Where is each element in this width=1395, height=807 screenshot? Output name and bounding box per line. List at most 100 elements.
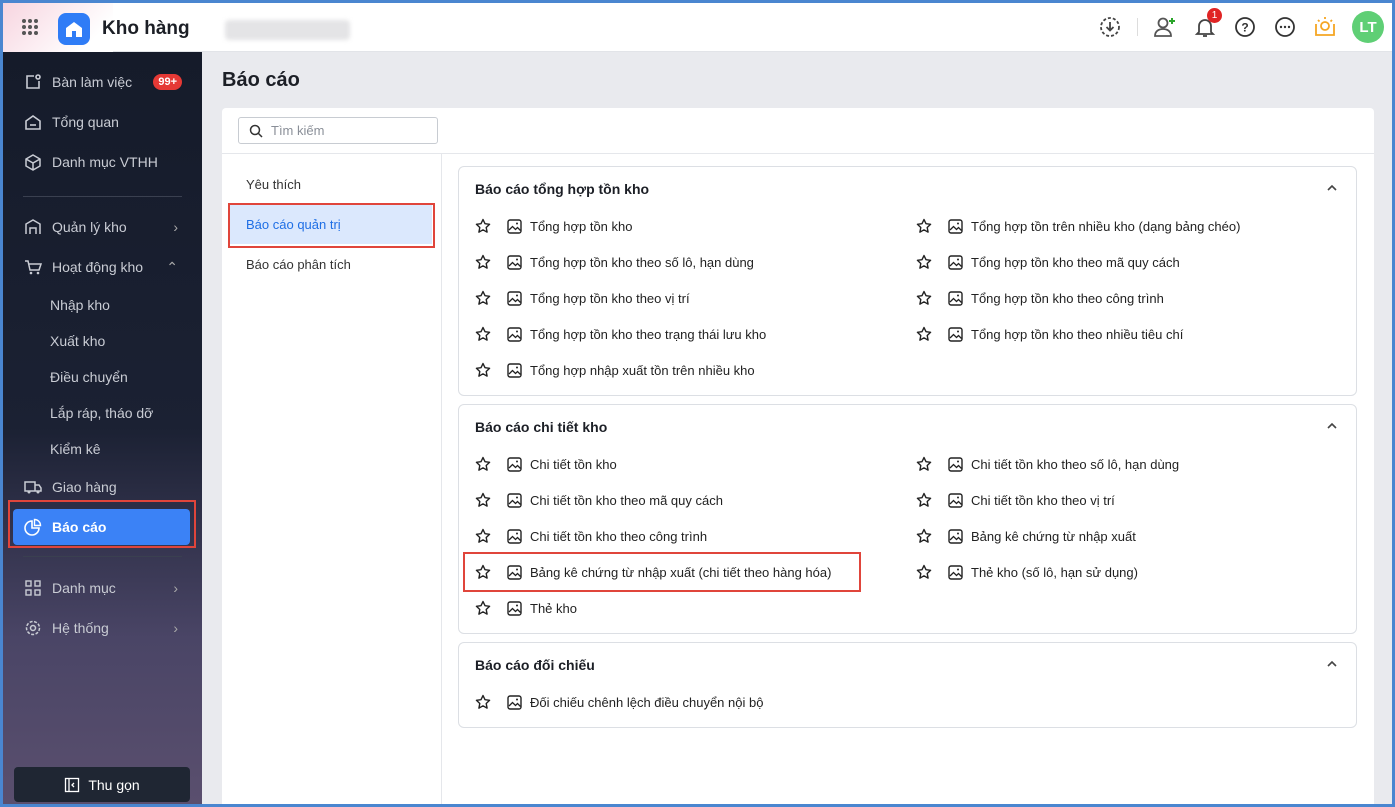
nav-analysis-reports[interactable]: Báo cáo phân tích (230, 244, 432, 284)
star-icon[interactable] (916, 456, 932, 472)
star-icon[interactable] (475, 600, 491, 616)
report-item[interactable]: Tổng hợp tồn kho theo nhiều tiêu chí (916, 324, 1183, 344)
sidebar-item-export[interactable]: Xuất kho (13, 323, 190, 359)
report-item[interactable]: Tổng hợp tồn kho theo mã quy cách (916, 252, 1180, 272)
star-icon[interactable] (475, 290, 491, 306)
star-icon[interactable] (475, 564, 491, 580)
sidebar-item-label: Giao hàng (52, 479, 117, 495)
star-icon[interactable] (475, 218, 491, 234)
report-item[interactable]: Chi tiết tồn kho theo vị trí (916, 490, 1115, 510)
report-item[interactable]: Bảng kê chứng từ nhập xuất (916, 526, 1136, 546)
report-image-icon (507, 254, 522, 270)
report-item[interactable]: Tổng hợp tồn kho theo trạng thái lưu kho (475, 324, 766, 344)
report-item-label: Chi tiết tồn kho theo mã quy cách (530, 492, 723, 508)
chevron-up-icon[interactable] (1326, 419, 1338, 437)
report-item-label: Tổng hợp tồn kho theo vị trí (530, 290, 690, 306)
star-icon[interactable] (475, 362, 491, 378)
nav-favorites[interactable]: Yêu thích (230, 164, 432, 204)
sidebar-item-label: Bàn làm việc (52, 74, 133, 90)
redacted-company-name (225, 20, 350, 40)
apps-grid-icon[interactable] (22, 19, 38, 35)
download-icon[interactable] (1097, 14, 1123, 40)
report-item[interactable]: Chi tiết tồn kho (475, 454, 617, 474)
sidebar-item-transfer[interactable]: Điều chuyển (13, 359, 190, 395)
report-item[interactable]: Thẻ kho (số lô, hạn sử dụng) (916, 562, 1138, 582)
help-icon[interactable]: ? (1232, 14, 1258, 40)
user-avatar[interactable]: LT (1352, 11, 1384, 43)
star-icon[interactable] (475, 492, 491, 508)
report-item[interactable]: Tổng hợp tồn kho theo công trình (916, 288, 1164, 308)
notification-bell-icon[interactable]: 1 (1192, 8, 1222, 40)
star-icon[interactable] (916, 528, 932, 544)
sidebar-item-label: Báo cáo (52, 519, 107, 535)
sidebar-item-delivery[interactable]: Giao hàng (13, 469, 190, 505)
sidebar-item-label: Điều chuyển (50, 369, 128, 385)
star-icon[interactable] (916, 492, 932, 508)
search-box[interactable] (238, 117, 438, 144)
report-item-label: Tổng hợp tồn trên nhiều kho (dạng bảng c… (971, 218, 1241, 234)
report-image-icon (507, 600, 522, 616)
report-item[interactable]: Tổng hợp tồn trên nhiều kho (dạng bảng c… (916, 216, 1240, 236)
report-item[interactable]: Thẻ kho (475, 598, 577, 618)
report-item[interactable]: Chi tiết tồn kho theo công trình (475, 526, 707, 546)
nav-management-reports[interactable]: Báo cáo quản trị (230, 204, 432, 244)
report-item-label: Tổng hợp tồn kho theo nhiều tiêu chí (971, 326, 1184, 342)
sidebar-item-categories[interactable]: Danh mục › (13, 570, 190, 606)
report-item[interactable]: Tổng hợp tồn kho theo vị trí (475, 288, 690, 308)
notification-badge: 1 (1207, 8, 1222, 23)
collapse-sidebar-button[interactable]: Thu gọn (14, 767, 190, 802)
report-item-label: Thẻ kho (530, 600, 577, 616)
more-icon[interactable] (1272, 14, 1298, 40)
sidebar: Bàn làm việc 99+ Tổng quan Danh mục VTHH … (3, 52, 202, 804)
star-icon[interactable] (475, 528, 491, 544)
chevron-up-icon[interactable] (1326, 657, 1338, 675)
star-icon[interactable] (475, 456, 491, 472)
sidebar-item-reports[interactable]: Báo cáo (13, 509, 190, 545)
star-icon[interactable] (916, 326, 932, 342)
reports-card: Yêu thích Báo cáo quản trị Báo cáo phân … (222, 108, 1374, 804)
chevron-up-icon[interactable] (1326, 181, 1338, 199)
report-item[interactable]: Bảng kê chứng từ nhập xuất (chi tiết the… (475, 562, 831, 582)
sidebar-item-inventory-check[interactable]: Kiểm kê (13, 431, 190, 467)
report-image-icon (507, 492, 522, 508)
report-item[interactable]: Tổng hợp tồn kho theo số lô, hạn dùng (475, 252, 754, 272)
star-icon[interactable] (916, 290, 932, 306)
page-title: Báo cáo (222, 69, 300, 91)
divider (441, 153, 442, 804)
idea-book-icon[interactable] (1312, 14, 1338, 40)
sidebar-item-catalog-vthh[interactable]: Danh mục VTHH (13, 144, 190, 180)
sidebar-item-import[interactable]: Nhập kho (13, 287, 190, 323)
star-icon[interactable] (916, 564, 932, 580)
sidebar-item-workspace[interactable]: Bàn làm việc 99+ (13, 64, 190, 100)
group-title: Báo cáo chi tiết kho (475, 419, 608, 435)
report-image-icon (948, 564, 963, 580)
group-title: Báo cáo tổng hợp tồn kho (475, 181, 650, 197)
report-image-icon (507, 362, 522, 378)
sidebar-item-overview[interactable]: Tổng quan (13, 104, 190, 140)
report-item-label: Thẻ kho (số lô, hạn sử dụng) (971, 564, 1138, 580)
star-icon[interactable] (916, 218, 932, 234)
sidebar-item-warehouse-activity[interactable]: Hoạt động kho ⌃ (13, 249, 190, 285)
chevron-right-icon: › (173, 219, 178, 235)
star-icon[interactable] (475, 694, 491, 710)
report-item[interactable]: Tổng hợp nhập xuất tồn trên nhiều kho (475, 360, 755, 380)
report-image-icon (948, 290, 963, 306)
sidebar-item-system[interactable]: Hệ thống › (13, 610, 190, 646)
report-item[interactable]: Chi tiết tồn kho theo số lô, hạn dùng (916, 454, 1179, 474)
sidebar-item-assembly[interactable]: Lắp ráp, tháo dỡ (13, 395, 190, 431)
report-image-icon (948, 254, 963, 270)
report-item[interactable]: Chi tiết tồn kho theo mã quy cách (475, 490, 723, 510)
report-item[interactable]: Tổng hợp tồn kho (475, 216, 632, 236)
report-item-label: Bảng kê chứng từ nhập xuất (971, 528, 1136, 544)
add-user-icon[interactable] (1152, 14, 1178, 40)
star-icon[interactable] (475, 326, 491, 342)
sidebar-item-warehouse-management[interactable]: Quản lý kho › (13, 209, 190, 245)
star-icon[interactable] (916, 254, 932, 270)
star-icon[interactable] (475, 254, 491, 270)
report-image-icon (948, 528, 963, 544)
search-input[interactable] (271, 123, 421, 138)
collapse-label: Thu gọn (88, 776, 140, 793)
report-item-label: Tổng hợp tồn kho theo số lô, hạn dùng (530, 254, 754, 270)
svg-text:?: ? (1241, 21, 1248, 35)
report-item[interactable]: Đối chiếu chênh lệch điều chuyển nội bộ (475, 692, 763, 712)
